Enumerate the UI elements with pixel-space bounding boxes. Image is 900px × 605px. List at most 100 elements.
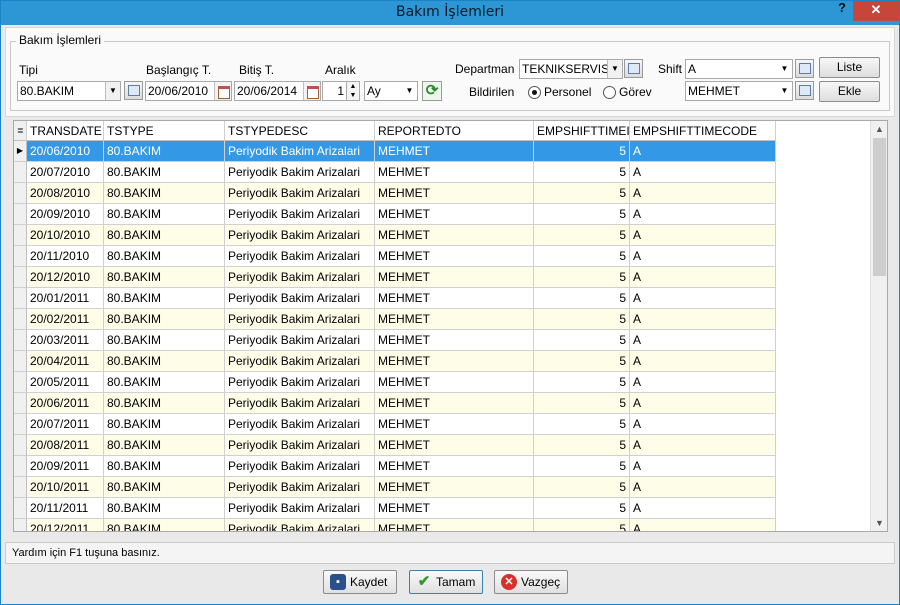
table-row[interactable]: 20/11/2011 80.BAKIM Periyodik Bakim Arizal… — [14, 498, 872, 519]
table-cell[interactable]: MEHMET — [375, 372, 534, 393]
table-cell[interactable]: Periyodik Bakim Arizalari — [225, 330, 375, 351]
row-indicator[interactable] — [14, 162, 27, 183]
table-cell[interactable]: A — [630, 372, 776, 393]
radio-gorev[interactable] — [603, 86, 616, 99]
table-row[interactable]: 20/09/2011 80.BAKIM Periyodik Bakim Arizal… — [14, 456, 872, 477]
table-cell[interactable]: 20/01/2011 — [27, 288, 104, 309]
table-cell[interactable]: A — [630, 225, 776, 246]
table-cell[interactable]: 80.BAKIM — [104, 183, 225, 204]
row-indicator[interactable] — [14, 372, 27, 393]
table-row[interactable]: 20/02/2011 80.BAKIM Periyodik Bakim Arizal… — [14, 309, 872, 330]
table-cell[interactable]: A — [630, 309, 776, 330]
table-cell[interactable]: 5 — [534, 267, 630, 288]
close-button[interactable]: ✕ — [853, 1, 899, 21]
table-cell[interactable]: 80.BAKIM — [104, 393, 225, 414]
row-indicator[interactable] — [14, 498, 27, 519]
table-cell[interactable]: A — [630, 456, 776, 477]
end-date-input[interactable]: 20/06/2014 — [234, 81, 321, 101]
table-cell[interactable]: A — [630, 435, 776, 456]
row-indicator[interactable] — [14, 225, 27, 246]
table-cell[interactable]: 20/10/2010 — [27, 225, 104, 246]
table-cell[interactable]: Periyodik Bakim Arizalari — [225, 267, 375, 288]
table-cell[interactable]: Periyodik Bakim Arizalari — [225, 204, 375, 225]
person-lookup-icon[interactable] — [795, 81, 814, 100]
table-row[interactable]: 20/07/2011 80.BAKIM Periyodik Bakim Arizal… — [14, 414, 872, 435]
table-cell[interactable]: A — [630, 267, 776, 288]
radio-personel[interactable] — [528, 86, 541, 99]
table-cell[interactable]: 80.BAKIM — [104, 477, 225, 498]
table-cell[interactable]: MEHMET — [375, 204, 534, 225]
departman-lookup-icon[interactable] — [624, 59, 643, 78]
table-cell[interactable]: 20/09/2011 — [27, 456, 104, 477]
table-cell[interactable]: MEHMET — [375, 183, 534, 204]
person-dropdown[interactable]: MEHMET ▼ — [685, 81, 793, 101]
calendar-icon[interactable] — [303, 82, 320, 100]
table-cell[interactable]: MEHMET — [375, 393, 534, 414]
table-cell[interactable]: 20/07/2010 — [27, 162, 104, 183]
table-cell[interactable]: Periyodik Bakim Arizalari — [225, 141, 375, 162]
table-cell[interactable]: 80.BAKIM — [104, 309, 225, 330]
table-cell[interactable]: 5 — [534, 477, 630, 498]
table-cell[interactable]: MEHMET — [375, 162, 534, 183]
table-cell[interactable]: Periyodik Bakim Arizalari — [225, 435, 375, 456]
table-cell[interactable]: Periyodik Bakim Arizalari — [225, 246, 375, 267]
table-cell[interactable]: 20/07/2011 — [27, 414, 104, 435]
table-cell[interactable]: A — [630, 288, 776, 309]
row-indicator[interactable] — [14, 267, 27, 288]
table-row[interactable]: 20/01/2011 80.BAKIM Periyodik Bakim Arizal… — [14, 288, 872, 309]
interval-unit-dropdown[interactable]: Ay ▼ — [364, 81, 418, 101]
table-cell[interactable]: 20/11/2011 — [27, 498, 104, 519]
table-cell[interactable]: Periyodik Bakim Arizalari — [225, 372, 375, 393]
tipi-dropdown[interactable]: 80.BAKIM ▼ — [17, 81, 121, 101]
table-cell[interactable]: 5 — [534, 246, 630, 267]
column-header[interactable]: TRANSDATE — [27, 121, 104, 141]
title-bar[interactable]: Bakım İşlemleri ? ✕ — [1, 1, 899, 25]
table-cell[interactable]: 20/10/2011 — [27, 477, 104, 498]
table-cell[interactable]: Periyodik Bakim Arizalari — [225, 351, 375, 372]
row-indicator[interactable] — [14, 456, 27, 477]
table-cell[interactable]: 20/06/2010 — [27, 141, 104, 162]
table-cell[interactable]: 20/09/2010 — [27, 204, 104, 225]
table-cell[interactable]: MEHMET — [375, 351, 534, 372]
table-cell[interactable]: A — [630, 393, 776, 414]
table-cell[interactable]: 80.BAKIM — [104, 141, 225, 162]
scroll-up-icon[interactable]: ▲ — [871, 121, 887, 137]
data-grid[interactable]: ≣ TRANSDATE TSTYPE TSTYPEDESC REPORTEDTO EMPS… — [13, 120, 888, 532]
liste-button[interactable]: Liste — [819, 57, 880, 78]
table-cell[interactable]: 80.BAKIM — [104, 225, 225, 246]
table-row[interactable]: 20/09/2010 80.BAKIM Periyodik Bakim Arizal… — [14, 204, 872, 225]
table-cell[interactable]: 20/11/2010 — [27, 246, 104, 267]
row-indicator[interactable] — [14, 204, 27, 225]
table-cell[interactable]: MEHMET — [375, 456, 534, 477]
table-cell[interactable]: 80.BAKIM — [104, 372, 225, 393]
table-cell[interactable]: 20/03/2011 — [27, 330, 104, 351]
chevron-down-icon[interactable]: ▼ — [402, 82, 417, 100]
chevron-down-icon[interactable]: ▼ — [777, 60, 792, 78]
table-cell[interactable]: MEHMET — [375, 246, 534, 267]
table-cell[interactable]: 20/08/2011 — [27, 435, 104, 456]
table-cell[interactable]: MEHMET — [375, 288, 534, 309]
table-cell[interactable]: MEHMET — [375, 414, 534, 435]
table-cell[interactable]: 80.BAKIM — [104, 414, 225, 435]
table-cell[interactable]: 5 — [534, 204, 630, 225]
table-cell[interactable]: A — [630, 246, 776, 267]
table-cell[interactable]: 20/04/2011 — [27, 351, 104, 372]
table-cell[interactable]: A — [630, 477, 776, 498]
scroll-thumb[interactable] — [873, 138, 886, 276]
table-cell[interactable]: Periyodik Bakim Arizalari — [225, 393, 375, 414]
table-cell[interactable]: 5 — [534, 225, 630, 246]
table-cell[interactable]: 20/06/2011 — [27, 393, 104, 414]
table-cell[interactable]: 20/12/2011 — [27, 519, 104, 531]
table-row[interactable]: 20/11/2010 80.BAKIM Periyodik Bakim Arizal… — [14, 246, 872, 267]
row-indicator[interactable] — [14, 330, 27, 351]
table-cell[interactable]: 5 — [534, 519, 630, 531]
table-row[interactable]: 20/06/2011 80.BAKIM Periyodik Bakim Arizal… — [14, 393, 872, 414]
vazgec-button[interactable]: ✕ Vazgeç — [494, 570, 568, 594]
table-cell[interactable]: 80.BAKIM — [104, 498, 225, 519]
table-cell[interactable]: 80.BAKIM — [104, 204, 225, 225]
table-cell[interactable]: 80.BAKIM — [104, 288, 225, 309]
table-cell[interactable]: 5 — [534, 498, 630, 519]
scroll-down-icon[interactable]: ▼ — [871, 515, 887, 531]
table-cell[interactable]: 80.BAKIM — [104, 267, 225, 288]
shift-dropdown[interactable]: A ▼ — [685, 59, 793, 79]
